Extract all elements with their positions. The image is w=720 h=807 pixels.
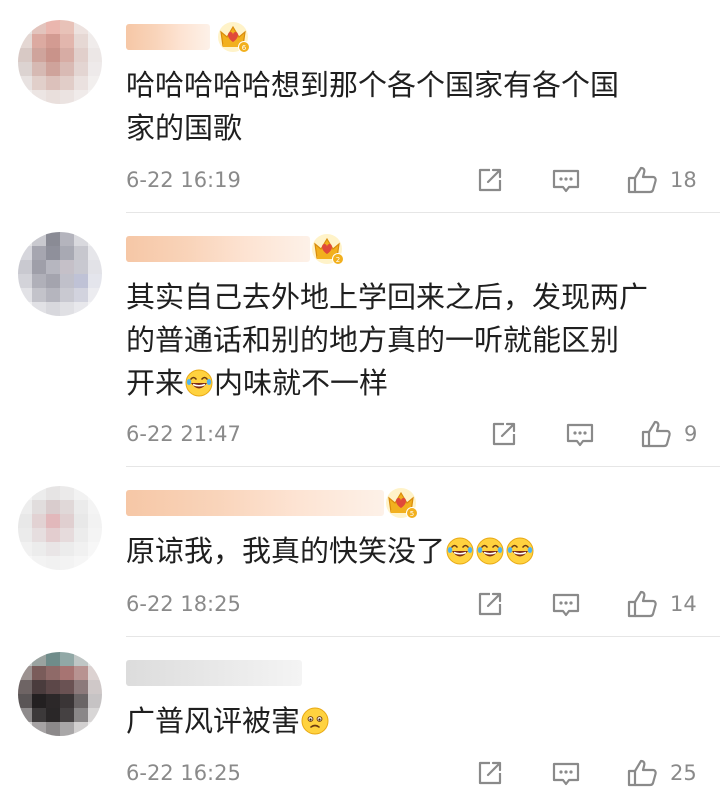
comment-item: 5 原谅我，我真的快笑没了 6-22 18:25 14: [0, 466, 720, 636]
username-blurred[interactable]: [126, 660, 302, 686]
comment-icon[interactable]: [550, 757, 582, 789]
timestamp: 6-22 16:19: [126, 168, 241, 192]
like-count: 25: [670, 761, 697, 785]
thumbs-up-icon[interactable]: [626, 588, 658, 620]
vip-level: 6: [242, 44, 247, 52]
comment-icon[interactable]: [550, 164, 582, 196]
comment-item: 2 其实自己去外地上学回来之后，发现两广 的普通话和别的地方真的一听就能区别 开…: [0, 212, 720, 466]
like-count: 18: [670, 168, 697, 192]
vip-level: 2: [336, 256, 340, 264]
avatar[interactable]: [18, 652, 102, 736]
comment-meta: 6-22 21:47 9: [0, 414, 720, 454]
comment-text: 广普风评被害: [126, 700, 696, 743]
timestamp: 6-22 21:47: [126, 422, 241, 446]
share-icon[interactable]: [474, 164, 506, 196]
avatar[interactable]: [18, 20, 102, 104]
comment-text: 原谅我，我真的快笑没了: [126, 530, 696, 573]
comment-meta: 6-22 16:25 25: [0, 753, 720, 793]
username-blurred[interactable]: [126, 490, 384, 516]
thumbs-up-icon[interactable]: [626, 757, 658, 789]
laughing-emoji: [184, 368, 214, 398]
laughing-emoji: [445, 536, 475, 566]
laughing-emoji: [505, 536, 535, 566]
comment-icon[interactable]: [550, 588, 582, 620]
thumbs-up-icon[interactable]: [640, 418, 672, 450]
comment-meta: 6-22 18:25 14: [0, 584, 720, 624]
timestamp: 6-22 18:25: [126, 592, 241, 616]
vip-crown-icon: 2: [310, 232, 344, 266]
comment-meta: 6-22 16:19 18: [0, 160, 720, 200]
thumbs-up-icon[interactable]: [626, 164, 658, 196]
share-icon[interactable]: [474, 757, 506, 789]
comment-icon[interactable]: [564, 418, 596, 450]
comment-item: 6 哈哈哈哈哈想到那个各个国家有各个国 家的国歌 6-22 16:19 18: [0, 0, 720, 212]
share-icon[interactable]: [488, 418, 520, 450]
vip-crown-icon: 5: [384, 486, 418, 520]
username-blurred[interactable]: [126, 24, 210, 50]
username-blurred[interactable]: [126, 236, 310, 262]
comment-text: 其实自己去外地上学回来之后，发现两广 的普通话和别的地方真的一听就能区别 开来内…: [126, 280, 649, 400]
timestamp: 6-22 16:25: [126, 761, 241, 785]
avatar[interactable]: [18, 232, 102, 316]
like-count: 9: [684, 422, 698, 446]
sad-emoji: [300, 706, 330, 736]
vip-crown-icon: 6: [216, 20, 250, 54]
comment-text: 哈哈哈哈哈想到那个各个国家有各个国 家的国歌: [126, 68, 620, 145]
avatar[interactable]: [18, 486, 102, 570]
comment-item: 广普风评被害 6-22 16:25 25: [0, 636, 720, 807]
like-count: 14: [670, 592, 697, 616]
laughing-emoji: [475, 536, 505, 566]
vip-level: 5: [410, 510, 414, 518]
share-icon[interactable]: [474, 588, 506, 620]
